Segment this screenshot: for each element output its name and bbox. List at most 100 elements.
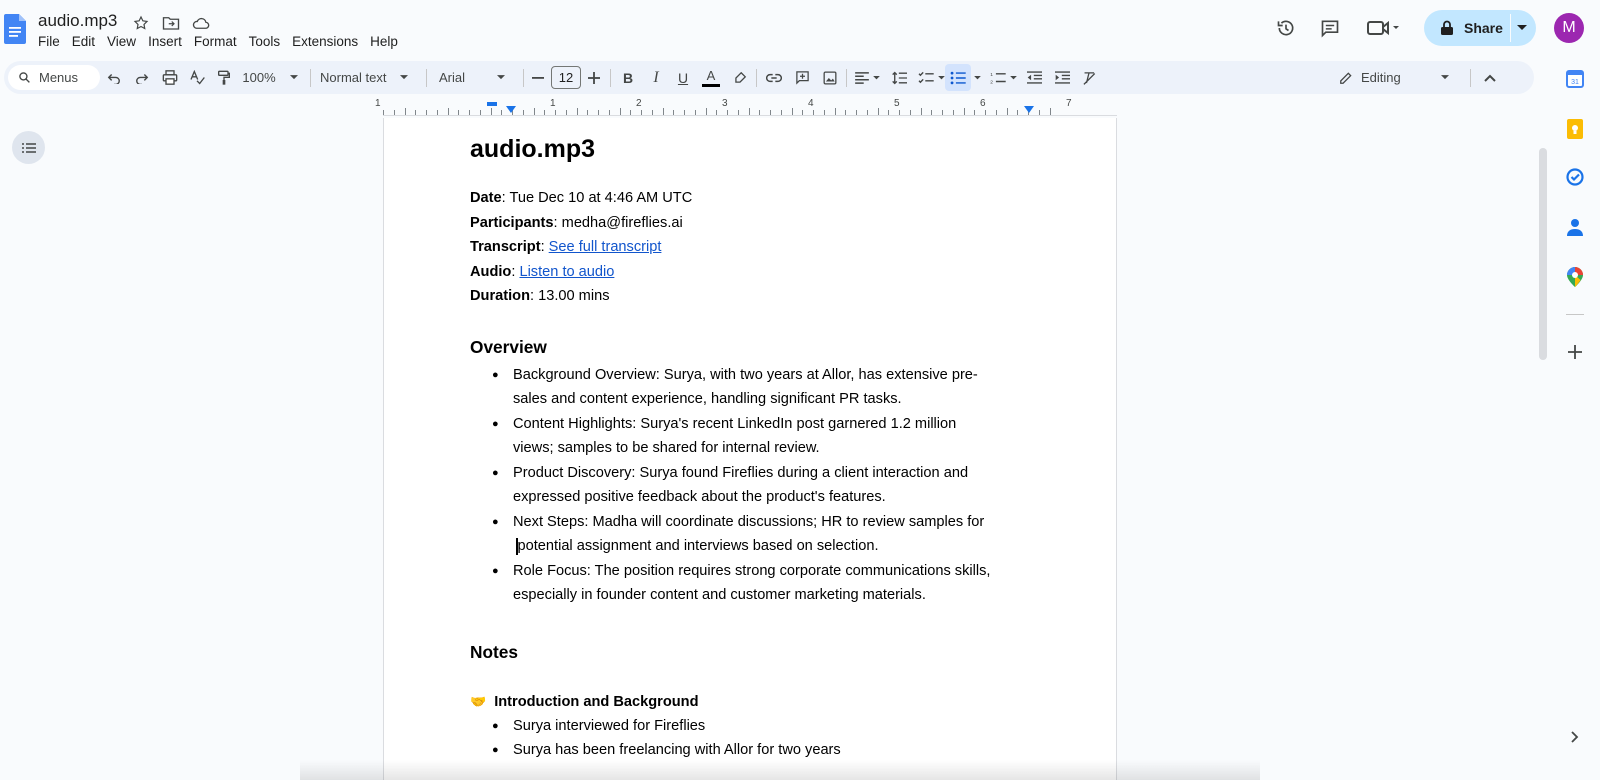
list-item-text: Next Steps: Madha will coordinate discus… [513,514,984,555]
spellcheck-icon[interactable] [185,61,209,94]
paint-format-icon[interactable] [212,61,236,94]
ruler-tick [533,108,535,115]
checklist-select[interactable] [915,61,947,94]
keep-icon[interactable] [1564,118,1586,140]
menu-edit[interactable]: Edit [72,34,101,49]
toolbar-divider [523,69,524,87]
notes-subheading-title: Introduction and Background [494,693,699,710]
zoom-select[interactable]: 100% [240,61,300,94]
calendar-icon[interactable]: 31 [1564,68,1586,90]
account-avatar[interactable]: M [1554,13,1584,43]
ruler-tick [447,108,449,115]
notes-subheading: 🤝 Introduction and Background [470,690,1030,714]
ruler-tick [436,110,438,115]
listen-to-audio-link[interactable]: Listen to audio [519,264,614,280]
document-page[interactable]: audio.mp3 Date: Tue Dec 10 at 4:46 AM UT… [383,118,1117,780]
decrease-font-size-icon[interactable] [528,61,548,94]
ruler-tick [469,110,470,115]
meta-duration: Duration: 13.00 mins [470,284,1030,309]
chevron-down-icon [937,75,945,79]
contacts-icon[interactable] [1564,216,1586,238]
ruler-tick [587,110,589,115]
insert-image-icon[interactable] [818,61,842,94]
first-line-indent-marker[interactable] [487,102,497,106]
share-dropdown-chevron-icon[interactable] [1510,16,1534,40]
right-indent-marker-icon[interactable] [1024,106,1034,113]
menu-help[interactable]: Help [370,34,404,49]
add-comment-icon[interactable] [790,61,814,94]
star-icon[interactable] [130,12,152,34]
docs-logo-icon[interactable] [4,14,26,44]
document-title[interactable]: audio.mp3 [38,11,117,31]
add-addon-icon[interactable] [1564,341,1586,363]
font-value: Arial [439,70,466,85]
menu-view[interactable]: View [107,34,142,49]
ruler-tick [856,110,857,115]
horizontal-ruler[interactable]: 1 1 2 3 4 5 6 7 [375,98,1117,116]
ruler-tick [490,108,492,115]
list-item: Surya has been freelancing with Allor fo… [492,738,992,763]
line-spacing-icon[interactable] [887,61,911,94]
ruler-number: 1 [550,98,556,109]
ruler-tick [608,110,610,115]
menu-extensions[interactable]: Extensions [292,34,364,49]
bulleted-list-chevron-icon[interactable] [971,61,983,94]
notes-list: Surya interviewed for Fireflies Surya ha… [492,714,1030,763]
menu-file[interactable]: File [38,34,66,49]
meta-label: Participants [470,214,554,231]
search-icon [19,72,30,83]
search-menus-button[interactable]: Menus [8,65,100,90]
maps-icon[interactable] [1564,266,1586,288]
insert-link-icon[interactable] [762,61,786,94]
menu-tools[interactable]: Tools [249,34,287,49]
list-item: Next Steps: Madha will coordinate discus… [492,510,992,559]
cloud-saved-icon[interactable] [190,12,212,34]
meta-value: : 13.00 mins [530,288,610,304]
highlight-color-icon[interactable] [728,61,752,94]
comments-icon[interactable] [1318,16,1342,40]
tasks-icon[interactable] [1564,166,1586,188]
menu-insert[interactable]: Insert [148,34,188,49]
ruler-tick [727,110,728,115]
menu-format[interactable]: Format [194,34,243,49]
move-folder-icon[interactable] [160,12,182,34]
ruler-tick [909,110,911,115]
meet-video-icon[interactable] [1366,16,1402,40]
document-body[interactable]: audio.mp3 Date: Tue Dec 10 at 4:46 AM UT… [470,134,1030,763]
bulleted-list-icon[interactable] [945,64,971,91]
decrease-indent-icon[interactable] [1022,61,1046,94]
meta-value: : medha@fireflies.ai [553,214,683,231]
bold-icon[interactable]: B [616,61,640,94]
hide-menus-chevron-up-icon[interactable] [1478,61,1502,94]
font-size-input[interactable]: 12 [551,66,581,89]
print-icon[interactable] [158,61,182,94]
paragraph-style-select[interactable]: Normal text [320,61,420,94]
ruler-tick [555,110,556,115]
left-indent-marker-icon[interactable] [506,106,516,113]
scrollbar-thumb[interactable] [1539,148,1547,360]
redo-icon[interactable] [130,61,154,94]
editing-mode-select[interactable]: Editing [1339,61,1459,94]
list-item-text-part: potential assignment and interviews base… [517,538,879,554]
align-select[interactable] [852,61,882,94]
ruler-tick [619,108,621,115]
see-full-transcript-link[interactable]: See full transcript [549,239,662,255]
ruler-tick [694,110,696,115]
document-outline-button[interactable] [12,131,45,164]
font-family-select[interactable]: Arial [439,61,519,94]
ruler-tick [522,110,524,115]
version-history-icon[interactable] [1274,16,1298,40]
clear-formatting-icon[interactable] [1077,61,1101,94]
increase-indent-icon[interactable] [1050,61,1074,94]
text-color-icon[interactable]: A [698,61,724,94]
numbered-list-select[interactable]: 12 [987,61,1019,94]
italic-icon[interactable]: I [644,61,668,94]
meta-participants: Participants: medha@fireflies.ai [470,211,1030,236]
increase-font-size-icon[interactable] [584,61,604,94]
bottom-shadow [300,760,1260,780]
underline-icon[interactable]: U [671,61,695,94]
ruler-tick [823,110,825,115]
overview-list: Background Overview: Surya, with two yea… [492,363,1030,608]
undo-icon[interactable] [102,61,126,94]
show-side-panel-chevron-icon[interactable] [1564,726,1586,748]
